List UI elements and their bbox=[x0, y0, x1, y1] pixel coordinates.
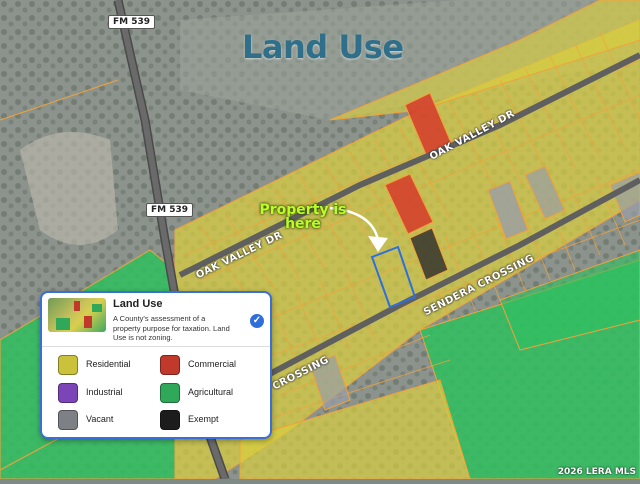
fm-539-label-south: FM 539 bbox=[146, 203, 194, 217]
exempt-swatch bbox=[160, 410, 180, 430]
map-title: Land Use bbox=[242, 28, 404, 66]
copyright-watermark: 2026 LERA MLS bbox=[557, 467, 636, 477]
legend-description: A County's assessment of a property purp… bbox=[113, 314, 230, 342]
checkmark-icon[interactable]: ✓ bbox=[250, 314, 264, 328]
fm-539-label-north: FM 539 bbox=[108, 15, 156, 29]
legend-label: Agricultural bbox=[188, 387, 234, 397]
legend-label: Commercial bbox=[188, 359, 237, 369]
land-use-legend-panel[interactable]: Land Use A County's assessment of a prop… bbox=[40, 291, 272, 439]
industrial-swatch bbox=[58, 383, 78, 403]
legend-header: Land Use A County's assessment of a prop… bbox=[42, 293, 270, 347]
legend-title: Land Use bbox=[113, 298, 163, 310]
legend-label: Residential bbox=[86, 359, 131, 369]
legend-label: Industrial bbox=[86, 387, 123, 397]
property-callout: Property is here bbox=[259, 202, 347, 232]
commercial-swatch bbox=[160, 355, 180, 375]
agricultural-swatch bbox=[160, 383, 180, 403]
legend-label: Vacant bbox=[86, 414, 114, 424]
residential-swatch bbox=[58, 355, 78, 375]
legend-label: Exempt bbox=[188, 414, 219, 424]
legend-thumbnail bbox=[48, 298, 106, 332]
vacant-swatch bbox=[58, 410, 78, 430]
